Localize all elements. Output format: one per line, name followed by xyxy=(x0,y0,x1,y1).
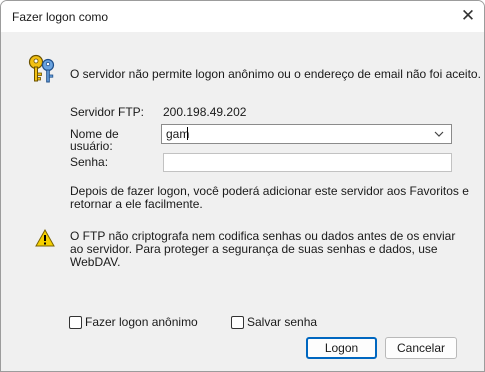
logon-button[interactable]: Logon xyxy=(306,337,377,359)
username-value: gam xyxy=(166,127,190,141)
anonymous-logon-checkbox[interactable]: Fazer logon anônimo xyxy=(69,315,198,329)
server-label: Servidor FTP: xyxy=(70,105,145,119)
server-value: 200.198.49.202 xyxy=(163,105,247,119)
title-bar: Fazer logon como ✕ xyxy=(1,1,484,32)
save-password-label: Salvar senha xyxy=(247,315,318,329)
checkbox-box[interactable] xyxy=(231,315,244,329)
username-label: Nome de usuário: xyxy=(70,128,130,152)
chevron-down-icon[interactable] xyxy=(433,128,445,140)
favorites-info: Depois de fazer logon, você poderá adici… xyxy=(70,184,469,211)
text-cursor xyxy=(187,127,188,140)
error-message: O servidor não permite logon anônimo ou … xyxy=(70,67,481,81)
password-input[interactable] xyxy=(163,153,452,172)
save-password-checkbox[interactable]: Salvar senha xyxy=(231,315,317,329)
logon-dialog: Fazer logon como ✕ O servidor não permit… xyxy=(0,0,485,372)
checkbox-box[interactable] xyxy=(69,315,82,329)
username-combobox[interactable]: gam xyxy=(161,124,452,144)
cancel-button[interactable]: Cancelar xyxy=(385,337,457,359)
keys-icon xyxy=(27,53,57,87)
username-label-text: Nome de usuário: xyxy=(70,127,119,153)
password-label: Senha: xyxy=(70,155,109,169)
dialog-title: Fazer logon como xyxy=(12,10,109,24)
ftp-warning: O FTP não criptografa nem codifica senha… xyxy=(70,229,456,269)
anonymous-logon-label: Fazer logon anônimo xyxy=(85,315,198,329)
warning-icon xyxy=(35,228,55,247)
close-button[interactable]: ✕ xyxy=(454,2,482,30)
